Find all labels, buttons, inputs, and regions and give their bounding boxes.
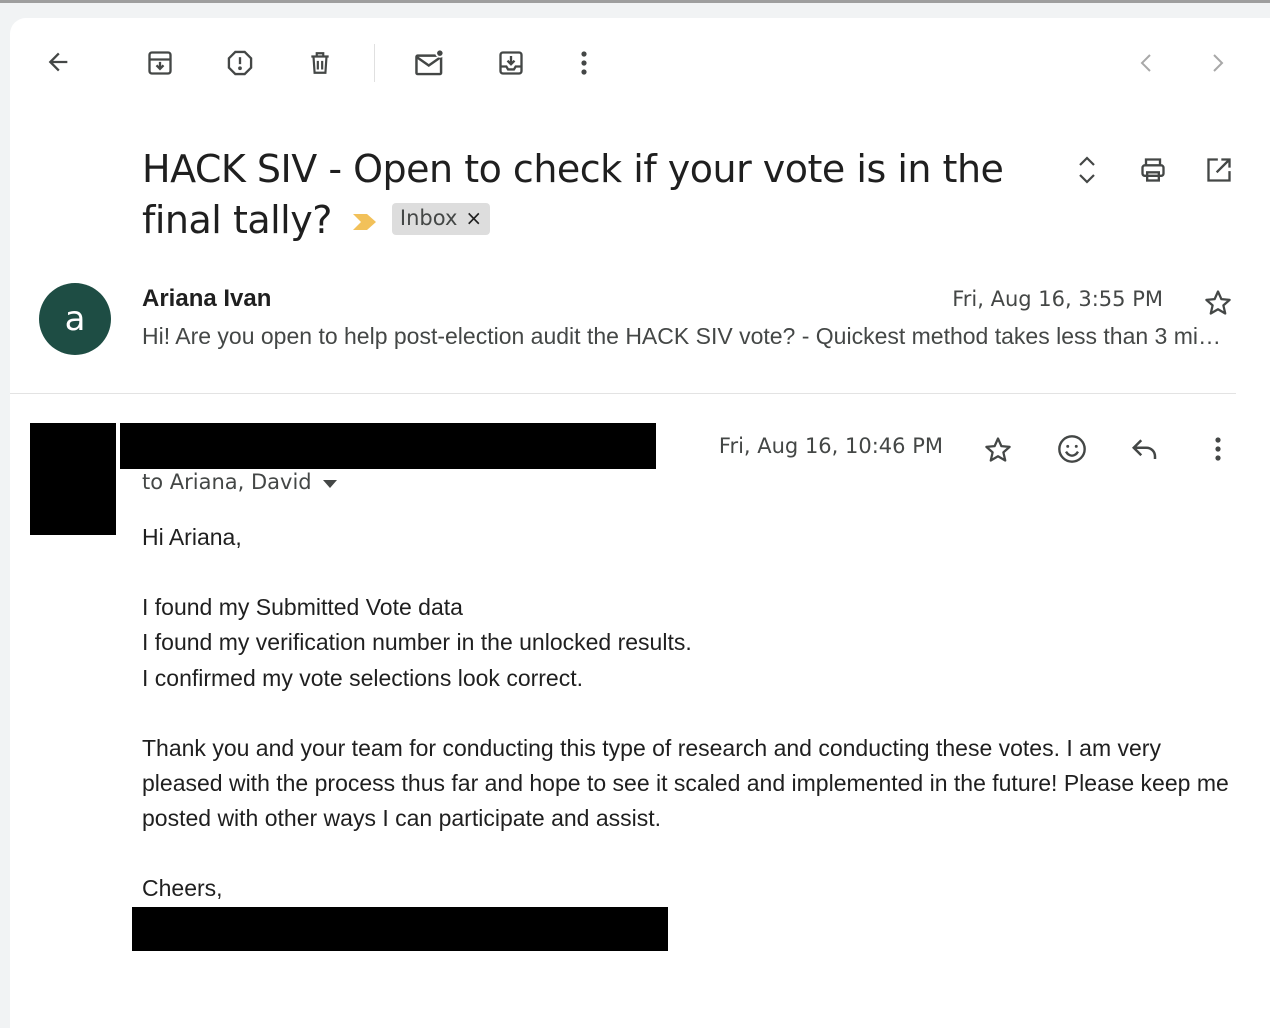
- caret-down-icon: [322, 470, 338, 494]
- emoji-react-icon[interactable]: [1053, 430, 1091, 468]
- body-signoff: Cheers,: [142, 875, 223, 902]
- more-vert-icon[interactable]: [1200, 430, 1236, 468]
- redacted-avatar: [30, 423, 116, 535]
- message-divider: [10, 393, 1236, 394]
- message-date: Fri, Aug 16, 10:46 PM: [718, 434, 943, 458]
- body-greeting: Hi Ariana,: [142, 524, 242, 550]
- back-arrow-icon[interactable]: [40, 44, 76, 80]
- avatar[interactable]: a: [39, 283, 111, 355]
- body-line: I confirmed my vote selections look corr…: [142, 664, 583, 691]
- move-to-inbox-icon[interactable]: [491, 44, 531, 82]
- toolbar-separator: [374, 44, 375, 82]
- window-top-border: [0, 0, 1270, 3]
- subject-text: HACK SIV - Open to check if your vote is…: [142, 147, 1004, 242]
- expand-collapse-icon[interactable]: [1068, 150, 1106, 190]
- message-snippet[interactable]: Hi! Are you open to help post-election a…: [142, 323, 1232, 350]
- email-subject: HACK SIV - Open to check if your vote is…: [142, 144, 1022, 248]
- archive-icon[interactable]: [140, 44, 180, 82]
- redacted-signature: [132, 907, 668, 951]
- avatar-letter: a: [64, 299, 86, 339]
- body-line: I found my verification number in the un…: [142, 629, 692, 656]
- star-icon[interactable]: [980, 432, 1016, 468]
- mark-unread-icon[interactable]: [410, 44, 450, 82]
- print-icon[interactable]: [1134, 150, 1172, 190]
- remove-label-button[interactable]: ×: [465, 193, 482, 244]
- redacted-sender-name: [120, 423, 656, 469]
- important-marker-icon[interactable]: [352, 193, 378, 244]
- trash-icon[interactable]: [300, 44, 340, 82]
- message-body: Hi Ariana, I found my Submitted Vote dat…: [142, 520, 1242, 907]
- sender-name[interactable]: Ariana Ivan: [142, 285, 271, 313]
- open-in-new-window-icon[interactable]: [1200, 150, 1238, 190]
- inbox-label-chip: Inbox ×: [391, 202, 491, 235]
- label-chip-text: Inbox: [399, 206, 458, 230]
- more-vert-icon[interactable]: [566, 44, 602, 82]
- star-icon[interactable]: [1200, 286, 1236, 320]
- message-date: Fri, Aug 16, 3:55 PM: [952, 287, 1163, 311]
- body-line: I found my Submitted Vote data: [142, 594, 463, 621]
- recipients-dropdown[interactable]: to Ariana, David: [142, 470, 338, 494]
- chevron-left-icon[interactable]: [1130, 46, 1162, 80]
- chevron-right-icon[interactable]: [1202, 46, 1234, 80]
- recipients-text: to Ariana, David: [142, 470, 312, 494]
- report-spam-icon[interactable]: [220, 44, 260, 82]
- reply-icon[interactable]: [1126, 430, 1164, 468]
- body-paragraph: Thank you and your team for conducting t…: [142, 734, 1229, 832]
